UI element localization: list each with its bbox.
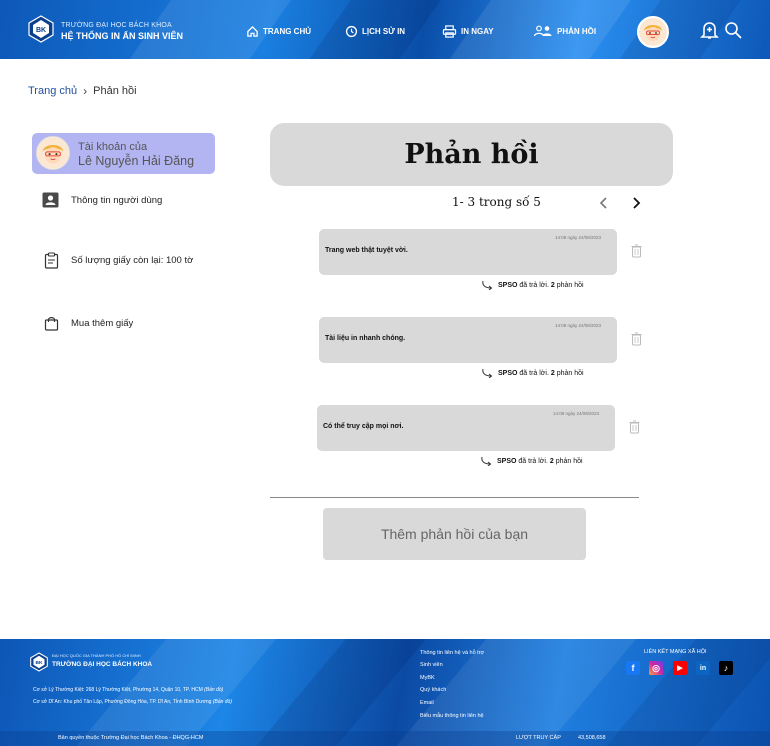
chevron-left-icon[interactable]	[597, 195, 611, 211]
feedback-time: 14:08 ngày 24/08/2023	[554, 323, 601, 328]
bell-icon[interactable]	[700, 20, 719, 40]
feedback-reply-info[interactable]: SPSO đã trả lời. 2 phản hồi	[481, 368, 584, 378]
copyright: Bản quyền thuộc Trường Đại học Bách Khoa…	[58, 735, 204, 741]
feedback-text: Trang web thật tuyệt vời.	[325, 247, 408, 254]
breadcrumb-home[interactable]: Trang chủ	[28, 85, 77, 97]
reply-arrow-icon	[482, 280, 493, 290]
trash-icon[interactable]	[631, 332, 642, 346]
home-icon	[247, 25, 258, 37]
svg-text:BK: BK	[36, 660, 43, 666]
history-icon	[345, 25, 358, 37]
footer-link-contact[interactable]: Thông tin liên hệ và hỗ trợ	[420, 650, 484, 656]
trash-icon[interactable]	[629, 420, 640, 434]
breadcrumb: Trang chủ › Phản hồi	[28, 84, 137, 98]
linkedin-icon[interactable]: in	[696, 661, 710, 675]
clipboard-icon	[44, 252, 59, 269]
page-title-box: Phản hồi	[270, 123, 673, 186]
add-feedback-button[interactable]: Thêm phản hồi của bạn	[323, 508, 586, 560]
school-name-small: TRƯỜNG ĐẠI HỌC BÁCH KHOA	[61, 22, 172, 29]
nav-home[interactable]: TRANG CHỦ	[246, 22, 311, 40]
feedback-text: Có thể truy cập mọi nơi.	[323, 423, 404, 430]
users-icon	[533, 25, 552, 37]
sidebar-item-buy-paper[interactable]: Mua thêm giấy	[44, 316, 133, 331]
footer-link-guests[interactable]: Quý khách	[420, 687, 446, 693]
search-icon[interactable]	[724, 21, 743, 40]
chevron-right-icon[interactable]	[629, 195, 643, 211]
facebook-icon[interactable]: f	[626, 661, 640, 675]
map-link[interactable]: (Bản đồ)	[204, 687, 223, 693]
sidebar-item-paper-balance[interactable]: Số lượng giấy còn lại: 100 tờ	[44, 252, 193, 269]
avatar-illustration	[37, 137, 69, 169]
nav-home-label: TRANG CHỦ	[263, 26, 311, 36]
footer-link-students[interactable]: Sinh viên	[420, 662, 443, 668]
youtube-icon[interactable]: ▶	[673, 661, 687, 675]
university-logo[interactable]: BK	[28, 15, 54, 43]
reply-arrow-icon	[481, 456, 492, 466]
page-title: Phản hồi	[404, 139, 539, 170]
svg-text:BK: BK	[36, 27, 46, 34]
user-avatar[interactable]	[637, 16, 669, 48]
breadcrumb-current: Phản hồi	[93, 85, 137, 97]
feedback-reply-info[interactable]: SPSO đã trả lời. 2 phản hồi	[480, 456, 583, 466]
account-label: Tài khoản của	[78, 141, 148, 153]
sidebar-item-label: Mua thêm giấy	[71, 318, 134, 329]
visits-label: LƯỢT TRUY CẬP	[516, 735, 561, 741]
feedback-time: 14:08 ngày 24/08/2023	[552, 411, 599, 416]
trash-icon[interactable]	[631, 244, 642, 258]
nav-print-now[interactable]: IN NGAY	[442, 22, 494, 40]
footer: BK ĐẠI HỌC QUỐC GIA THÀNH PHỐ HỒ CHÍ MIN…	[0, 639, 770, 746]
pagination-text: 1- 3 trong số 5	[452, 195, 541, 209]
add-feedback-label: Thêm phản hồi của bạn	[380, 526, 529, 542]
nav-print-label: IN NGAY	[461, 26, 494, 36]
nav-history[interactable]: LỊCH SỬ IN	[345, 22, 405, 40]
page: BK TRƯỜNG ĐẠI HỌC BÁCH KHOA HỆ THỐNG IN …	[0, 0, 770, 746]
footer-university-system: ĐẠI HỌC QUỐC GIA THÀNH PHỐ HỒ CHÍ MINH	[52, 653, 141, 658]
account-avatar	[36, 136, 70, 170]
feedback-bubble[interactable]: 14:08 ngày 24/08/2023 Có thể truy cập mọ…	[317, 405, 615, 451]
visits-count: 43,508,658	[578, 735, 606, 741]
feedback-time: 14:08 ngày 24/08/2023	[554, 235, 601, 240]
sidebar-item-label: Thông tin người dùng	[71, 194, 163, 206]
footer-school-name: TRƯỜNG ĐẠI HỌC BÁCH KHOA	[52, 661, 153, 668]
instagram-icon[interactable]: ◎	[649, 661, 663, 675]
nav-history-label: LỊCH SỬ IN	[362, 26, 406, 36]
feedback-bubble[interactable]: 14:08 ngày 24/08/2023 Tài liệu in nhanh …	[319, 317, 617, 363]
footer-link-email[interactable]: Email	[420, 700, 434, 706]
footer-address-2: Cơ sở Dĩ An: Khu phố Tân Lập, Phường Đôn…	[33, 699, 233, 705]
nav-feedback-label: PHẢN HỒI	[557, 26, 597, 36]
reply-text: SPSO đã trả lời. 2 phản hồi	[498, 281, 584, 289]
nav-feedback[interactable]: PHẢN HỒI	[533, 22, 596, 40]
reply-arrow-icon	[482, 368, 493, 378]
reply-text: SPSO đã trả lời. 2 phản hồi	[497, 457, 583, 465]
footer-link-contact-form[interactable]: Biểu mẫu thông tin liên hệ	[420, 713, 484, 719]
reply-text: SPSO đã trả lời. 2 phản hồi	[498, 369, 584, 377]
feedback-text: Tài liệu in nhanh chóng.	[325, 335, 406, 342]
system-name: HỆ THỐNG IN ẤN SINH VIÊN	[61, 31, 184, 41]
social-links-title: LIÊN KẾT MẠNG XÃ HỘI	[644, 649, 707, 655]
feedback-bubble[interactable]: 14:08 ngày 24/08/2023 Trang web thật tuy…	[319, 229, 617, 275]
sidebar-item-label: Số lượng giấy còn lại: 100 tờ	[71, 255, 194, 266]
footer-link-mybk[interactable]: MyBK	[420, 675, 435, 681]
divider	[270, 497, 639, 498]
printer-icon	[442, 24, 457, 38]
account-card[interactable]: Tài khoản của Lê Nguyễn Hải Đăng	[32, 133, 215, 174]
user-card-icon	[42, 192, 59, 208]
avatar-illustration	[639, 18, 667, 46]
shopping-bag-icon	[44, 317, 59, 331]
footer-university-logo: BK	[30, 652, 48, 672]
breadcrumb-separator: ›	[83, 84, 88, 98]
header: BK TRƯỜNG ĐẠI HỌC BÁCH KHOA HỆ THỐNG IN …	[0, 0, 770, 59]
map-link[interactable]: (Bản đồ)	[213, 699, 232, 705]
tiktok-icon[interactable]: ♪	[719, 661, 733, 675]
footer-address-1: Cơ sở Lý Thường Kiệt: 268 Lý Thường Kiệt…	[33, 687, 224, 693]
sidebar-item-user-info[interactable]: Thông tin người dùng	[42, 192, 162, 208]
account-name: Lê Nguyễn Hải Đăng	[78, 154, 195, 168]
feedback-reply-info[interactable]: SPSO đã trả lời. 2 phản hồi	[481, 280, 584, 290]
